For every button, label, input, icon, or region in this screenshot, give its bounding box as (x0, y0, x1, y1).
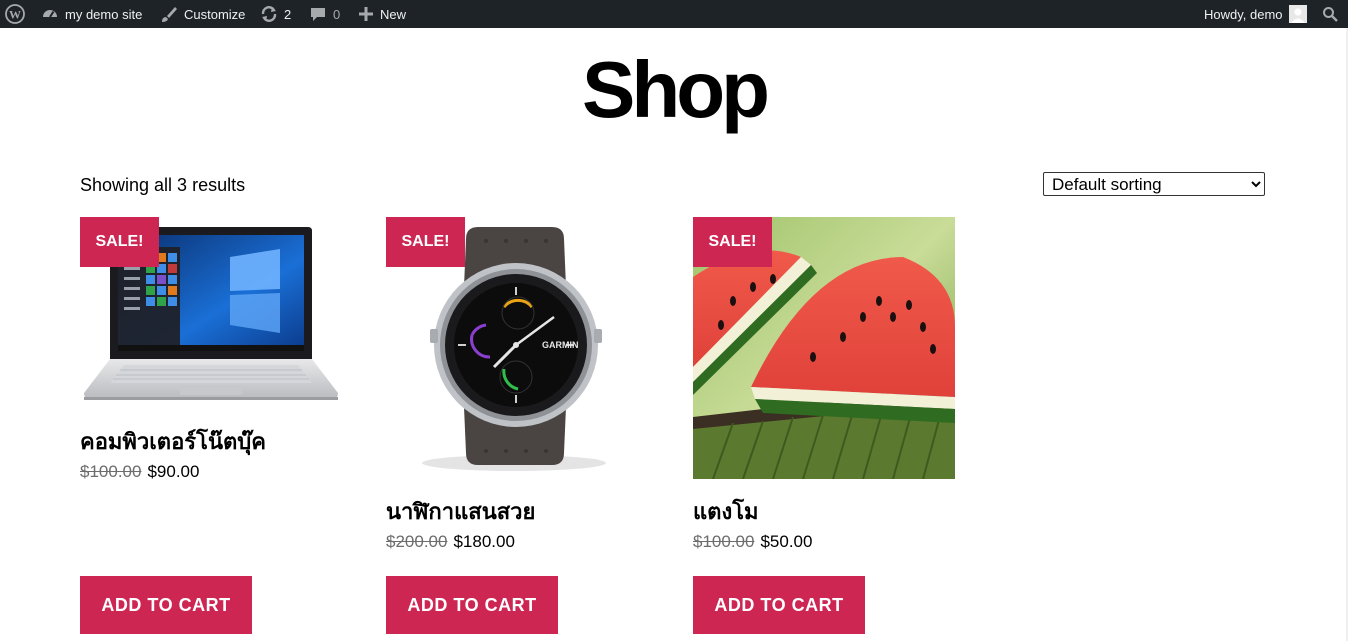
regular-price: $100.00 (693, 532, 755, 551)
product-price: $100.00 $90.00 (80, 462, 199, 482)
plus-icon (358, 6, 374, 22)
sale-price: $50.00 (760, 532, 813, 551)
result-count: Showing all 3 results (80, 175, 246, 195)
avatar (1288, 5, 1307, 23)
page-title: Shop (582, 45, 770, 134)
sale-badge: SALE! (80, 217, 159, 267)
sale-price: $180.00 (453, 532, 515, 551)
dashboard-icon (41, 5, 59, 23)
add-to-cart-button[interactable]: ADD TO CART (80, 576, 252, 634)
add-to-cart-button[interactable]: ADD TO CART (693, 576, 865, 634)
product-title[interactable]: แตงโม (693, 494, 759, 529)
product-title[interactable]: คอมพิวเตอร์โน๊ตบุ๊ค (80, 424, 266, 459)
comment-icon (309, 5, 327, 23)
new-label: New (380, 6, 407, 22)
comments-count: 0 (333, 6, 341, 22)
new-content-link[interactable]: New (358, 0, 406, 28)
product-card: SALE! แตงโม $100.00 $50.00 (693, 217, 955, 551)
account-menu[interactable]: Howdy, demo (1204, 0, 1307, 28)
wordpress-icon: W (5, 4, 25, 24)
customize-link[interactable]: Customize (160, 0, 245, 28)
product-card: GARMIN SALE! นาฬิกาแสนสวย $200.00 $180.00 (386, 217, 648, 551)
sale-badge: SALE! (693, 217, 772, 267)
customize-label: Customize (184, 6, 246, 22)
howdy-label: Howdy, demo (1204, 6, 1283, 22)
regular-price: $200.00 (386, 532, 448, 551)
sale-price: $90.00 (147, 462, 200, 481)
svg-text:GARMIN: GARMIN (542, 340, 579, 350)
sale-badge: SALE! (386, 217, 465, 267)
search-button[interactable] (1322, 0, 1344, 28)
search-icon (1322, 6, 1338, 22)
product-card: SALE! คอมพิวเตอร์โน๊ตบุ๊ค $100.00 $90.00 (80, 217, 342, 482)
wordpress-logo-button[interactable]: W (5, 0, 31, 28)
site-name-label: my demo site (65, 6, 143, 22)
updates-count: 2 (284, 6, 292, 22)
product-title[interactable]: นาฬิกาแสนสวย (386, 494, 535, 529)
sorting-select[interactable]: Default sorting (1043, 172, 1265, 196)
svg-text:W: W (9, 8, 21, 22)
admin-bar: W my demo site Customize 2 0 New Howdy, … (0, 0, 1348, 28)
comments-link[interactable]: 0 (309, 0, 340, 28)
site-name-link[interactable]: my demo site (41, 0, 142, 28)
product-image-watermelon[interactable]: SALE! (693, 217, 955, 479)
updates-link[interactable]: 2 (260, 0, 291, 28)
regular-price: $100.00 (80, 462, 142, 481)
brush-icon (160, 5, 178, 23)
product-price: $100.00 $50.00 (693, 532, 812, 552)
updates-icon (260, 5, 278, 23)
product-image-watch[interactable]: GARMIN SALE! (386, 217, 648, 479)
product-price: $200.00 $180.00 (386, 532, 515, 552)
add-to-cart-button[interactable]: ADD TO CART (386, 576, 558, 634)
